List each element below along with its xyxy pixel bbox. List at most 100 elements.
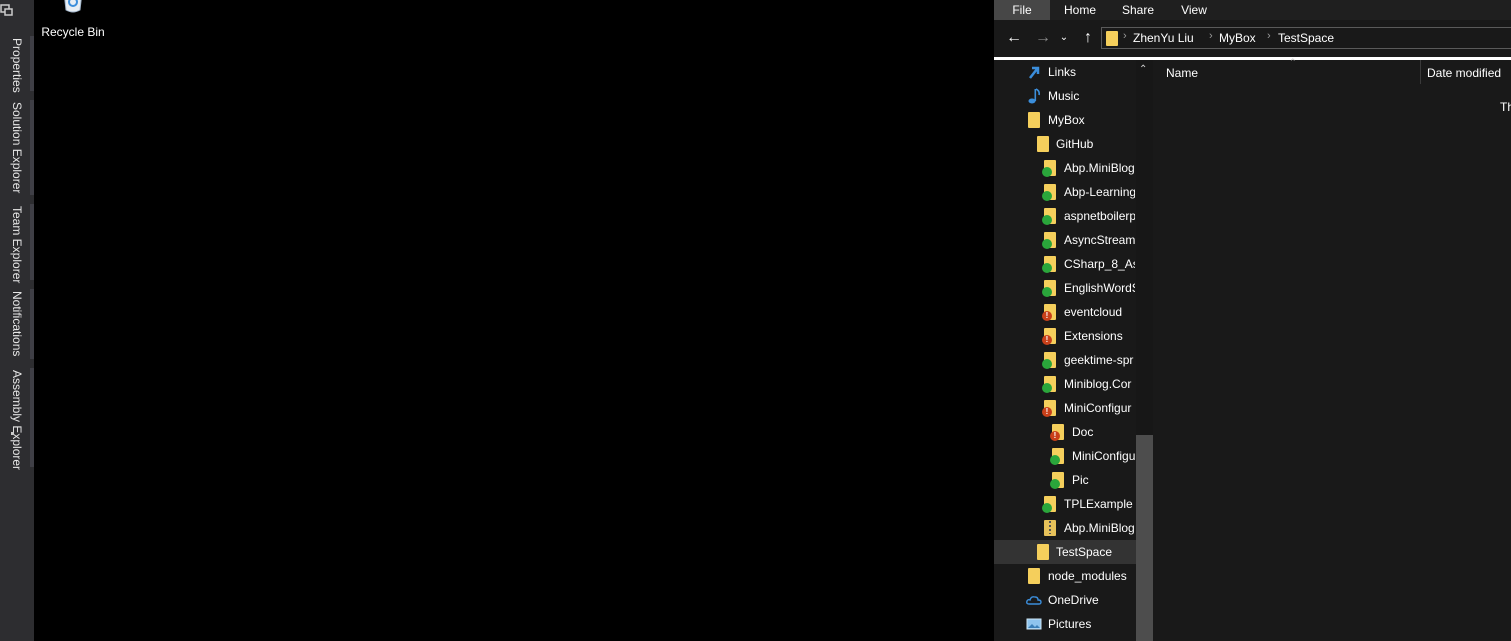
tree-item-extensions[interactable]: Extensions: [994, 324, 1136, 348]
tab-divider: [30, 36, 34, 91]
indicator-dot: [11, 432, 14, 435]
tree-item-csharp-8-asy[interactable]: CSharp_8_Asy: [994, 252, 1136, 276]
tree-item-englishwords[interactable]: EnglishWordS: [994, 276, 1136, 300]
tree-item-label: Miniblog.Cor: [1064, 377, 1132, 391]
recycle-bin-label: Recycle Bin: [41, 25, 105, 39]
up-arrow-icon[interactable]: ↑: [1078, 28, 1098, 48]
git-synced-folder-icon: [1042, 184, 1056, 201]
breadcrumb-zhenyu-liu[interactable]: ZhenYu Liu: [1133, 31, 1194, 45]
tree-item-miniblog-cor[interactable]: Miniblog.Cor: [994, 372, 1136, 396]
git-modified-folder-icon: [1050, 424, 1064, 441]
tree-item-abp-learning[interactable]: Abp-Learning: [994, 180, 1136, 204]
tree-item-abp-miniblog-zip[interactable]: Abp.MiniBlog: [994, 516, 1136, 540]
tab-home[interactable]: Home: [1056, 0, 1104, 20]
tab-file[interactable]: File: [994, 0, 1050, 20]
column-header-name[interactable]: Name: [1166, 66, 1198, 80]
tree-item-label: TestSpace: [1056, 545, 1113, 559]
tree-item-node-modules[interactable]: node_modules: [994, 564, 1136, 588]
tree-item-mybox[interactable]: MyBox: [994, 108, 1136, 132]
folder-icon: [1106, 31, 1118, 46]
address-bar[interactable]: › ZhenYu Liu › MyBox › TestSpace: [1101, 27, 1511, 49]
pin-icon[interactable]: [0, 2, 14, 16]
tree-item-testspace[interactable]: TestSpace: [994, 540, 1136, 564]
breadcrumb-separator-icon: ›: [1123, 30, 1127, 42]
tree-item-label: GitHub: [1056, 137, 1094, 151]
recent-locations-chevron-icon[interactable]: ⌄: [1057, 28, 1071, 48]
music-icon: [1028, 88, 1040, 104]
column-header-date-modified[interactable]: Date modified: [1427, 66, 1501, 80]
git-synced-folder-icon: [1050, 472, 1064, 489]
tree-item-label: EnglishWordS: [1064, 281, 1135, 295]
tab-notifications[interactable]: Notifications: [8, 291, 26, 356]
tree-item-label: Pic: [1072, 473, 1089, 487]
navigation-pane[interactable]: Links Music MyBox GitHub Abp.MiniBlog Ab…: [994, 60, 1136, 641]
file-list-pane[interactable]: ⌃ Name Date modified Th: [1153, 57, 1511, 641]
tree-item-label: aspnetboilerp: [1064, 209, 1135, 223]
tree-item-label: TPLExample: [1064, 497, 1133, 511]
tree-item-doc[interactable]: Doc: [994, 420, 1136, 444]
tree-item-music[interactable]: Music: [994, 84, 1136, 108]
recycle-bin-icon: [64, 0, 82, 13]
tree-item-abp-miniblog[interactable]: Abp.MiniBlog: [994, 156, 1136, 180]
sort-ascending-icon: ⌃: [1289, 57, 1297, 67]
tab-view[interactable]: View: [1170, 0, 1218, 20]
git-modified-folder-icon: [1042, 304, 1056, 321]
tree-item-asyncstream[interactable]: AsyncStream: [994, 228, 1136, 252]
tree-item-label: Pictures: [1048, 617, 1092, 631]
recycle-bin-shortcut[interactable]: Recycle Bin: [40, 0, 106, 44]
tab-share[interactable]: Share: [1114, 0, 1162, 20]
tree-item-label: Links: [1048, 65, 1077, 79]
tree-item-miniconfigu[interactable]: MiniConfigu: [994, 444, 1136, 468]
tree-item-github[interactable]: GitHub: [994, 132, 1136, 156]
tree-item-label: Doc: [1072, 425, 1094, 439]
scrollbar-thumb[interactable]: [1136, 435, 1153, 641]
navigation-pane-scrollbar[interactable]: ⌃: [1136, 60, 1153, 641]
git-synced-folder-icon: [1042, 160, 1056, 177]
tree-item-label: Music: [1048, 89, 1080, 103]
file-explorer-window: File Home Share View ← → ⌄ ↑ › ZhenYu Li…: [994, 0, 1511, 641]
ribbon-tabs: File Home Share View: [994, 0, 1511, 20]
pictures-icon: [1026, 618, 1042, 630]
tree-item-onedrive[interactable]: OneDrive: [994, 588, 1136, 612]
git-synced-folder-icon: [1042, 376, 1056, 393]
folder-icon: [1037, 544, 1049, 560]
tree-item-geektime-spr[interactable]: geektime-spr: [994, 348, 1136, 372]
tab-assembly-explorer[interactable]: Assembly Explorer: [8, 370, 26, 470]
tree-item-label: Abp-Learning: [1064, 185, 1135, 199]
tree-item-tplexample[interactable]: TPLExample: [994, 492, 1136, 516]
git-modified-folder-icon: [1042, 328, 1056, 345]
tree-item-pic[interactable]: Pic: [994, 468, 1136, 492]
column-divider[interactable]: [1420, 60, 1421, 84]
tree-item-label: OneDrive: [1048, 593, 1099, 607]
breadcrumb-testspace[interactable]: TestSpace: [1278, 31, 1334, 45]
tree-item-label: MyBox: [1048, 113, 1085, 127]
breadcrumb-separator-icon: ›: [1209, 30, 1213, 42]
tab-divider: [30, 289, 34, 359]
tree-item-pictures[interactable]: Pictures: [994, 612, 1136, 636]
folder-icon: [1037, 136, 1049, 152]
navigation-bar: ← → ⌄ ↑ › ZhenYu Liu › MyBox › TestSpace: [994, 20, 1511, 57]
tree-item-label: geektime-spr: [1064, 353, 1134, 367]
tree-item-aspnetboilerp[interactable]: aspnetboilerp: [994, 204, 1136, 228]
tab-solution-explorer[interactable]: Solution Explorer: [8, 102, 26, 193]
onedrive-icon: [1026, 596, 1042, 605]
zip-folder-icon: [1044, 520, 1056, 536]
git-synced-folder-icon: [1042, 256, 1056, 273]
folder-icon: [1028, 112, 1040, 128]
tree-item-miniconfigur[interactable]: MiniConfigur: [994, 396, 1136, 420]
scroll-up-icon[interactable]: ⌃: [1139, 64, 1147, 75]
tree-item-eventcloud[interactable]: eventcloud: [994, 300, 1136, 324]
back-arrow-icon[interactable]: ←: [1004, 28, 1024, 48]
tab-team-explorer[interactable]: Team Explorer: [8, 206, 26, 283]
git-synced-folder-icon: [1042, 352, 1056, 369]
tree-item-label: Abp.MiniBlog: [1064, 161, 1135, 175]
forward-arrow-icon[interactable]: →: [1033, 28, 1053, 48]
tree-item-links[interactable]: Links: [994, 60, 1136, 84]
tree-item-label: MiniConfigur: [1064, 401, 1132, 415]
vs-tool-strip: Properties Solution Explorer Team Explor…: [0, 0, 34, 641]
tree-item-label: AsyncStream: [1064, 233, 1135, 247]
tab-properties[interactable]: Properties: [8, 38, 26, 93]
git-synced-folder-icon: [1042, 232, 1056, 249]
folder-icon: [1028, 568, 1040, 584]
breadcrumb-mybox[interactable]: MyBox: [1219, 31, 1256, 45]
